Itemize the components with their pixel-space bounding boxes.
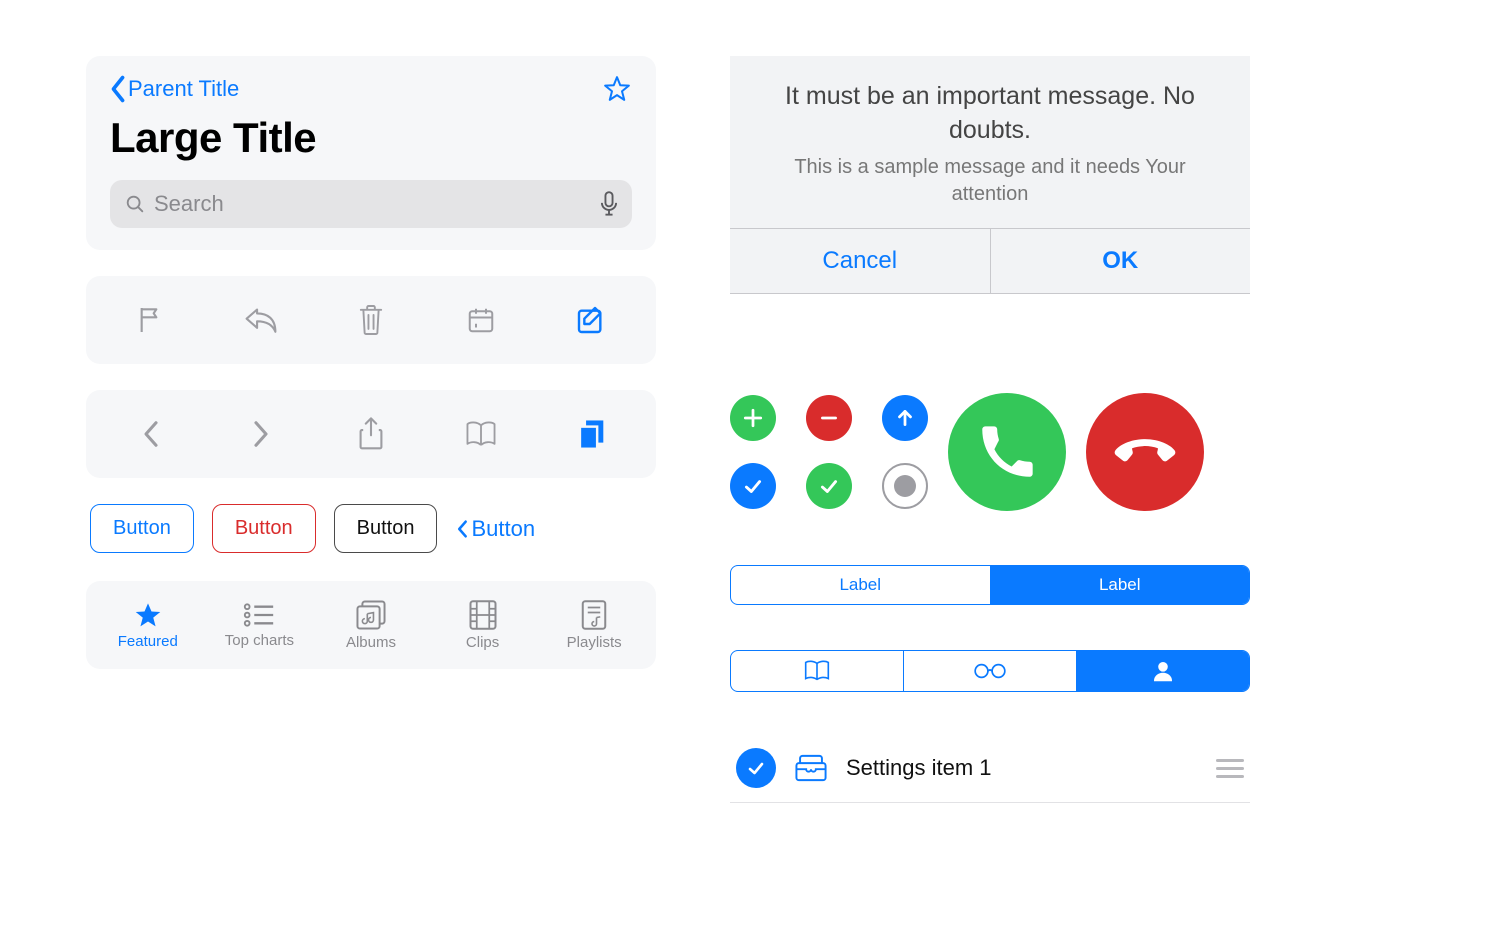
- search-icon: [124, 193, 146, 215]
- settings-list-item[interactable]: Settings item 1: [730, 734, 1250, 803]
- check-icon: [742, 475, 764, 497]
- reorder-handle-icon[interactable]: [1216, 759, 1244, 778]
- flag-icon[interactable]: [132, 301, 170, 339]
- glasses-icon: [972, 662, 1008, 680]
- dialog-cancel-button[interactable]: Cancel: [730, 229, 991, 293]
- toolbar-2: [86, 390, 656, 478]
- segment-1[interactable]: Label: [731, 566, 991, 604]
- nav-back-icon[interactable]: [132, 415, 170, 453]
- inbox-icon: [794, 753, 828, 783]
- compose-icon[interactable]: [572, 301, 610, 339]
- tab-bar: Featured Top charts Albums Clips Playlis…: [86, 581, 656, 669]
- segmented-icons: [730, 650, 1250, 692]
- chevron-left-icon: [110, 75, 126, 103]
- playlist-icon: [581, 600, 607, 630]
- nav-forward-icon[interactable]: [242, 415, 280, 453]
- upload-button[interactable]: [882, 395, 928, 441]
- copy-icon[interactable]: [572, 415, 610, 453]
- back-button[interactable]: Parent Title: [110, 75, 239, 103]
- reply-icon[interactable]: [242, 301, 280, 339]
- arrow-up-icon: [894, 407, 916, 429]
- tab-featured[interactable]: Featured: [100, 601, 196, 650]
- add-button[interactable]: [730, 395, 776, 441]
- seg-person[interactable]: [1077, 651, 1249, 691]
- circle-buttons-row: [730, 393, 1250, 511]
- albums-icon: [355, 600, 387, 630]
- dialog-message: This is a sample message and it needs Yo…: [758, 154, 1222, 208]
- check-icon: [746, 758, 766, 778]
- book-icon: [803, 660, 831, 682]
- alert-dialog: It must be an important message. No doub…: [730, 56, 1250, 294]
- checkmark-badge[interactable]: [736, 748, 776, 788]
- list-item-label: Settings item 1: [846, 755, 1198, 781]
- check-icon: [818, 475, 840, 497]
- plus-icon: [742, 407, 764, 429]
- button-red[interactable]: Button: [212, 504, 316, 553]
- seg-book[interactable]: [731, 651, 904, 691]
- phone-icon: [979, 424, 1035, 480]
- remove-button[interactable]: [806, 395, 852, 441]
- toolbar-1: [86, 276, 656, 364]
- check-blue-button[interactable]: [730, 463, 776, 509]
- radio-dot-icon: [894, 475, 916, 497]
- search-input[interactable]: Search: [110, 180, 632, 228]
- book-icon[interactable]: [462, 415, 500, 453]
- trash-icon[interactable]: [352, 301, 390, 339]
- check-green-button[interactable]: [806, 463, 852, 509]
- person-icon: [1151, 659, 1175, 683]
- segment-2[interactable]: Label: [991, 566, 1250, 604]
- call-accept-button[interactable]: [948, 393, 1066, 511]
- tab-top-charts[interactable]: Top charts: [211, 602, 307, 649]
- dialog-title: It must be an important message. No doub…: [758, 80, 1222, 148]
- seg-glasses[interactable]: [904, 651, 1077, 691]
- button-blue[interactable]: Button: [90, 504, 194, 553]
- button-row: Button Button Button Button: [86, 504, 656, 553]
- list-icon: [242, 602, 276, 628]
- minus-icon: [818, 407, 840, 429]
- star-icon[interactable]: [602, 74, 632, 104]
- chevron-left-icon: [455, 518, 469, 540]
- dialog-ok-button[interactable]: OK: [991, 229, 1251, 293]
- tab-playlists[interactable]: Playlists: [546, 600, 642, 651]
- tab-albums[interactable]: Albums: [323, 600, 419, 651]
- segmented-labels: Label Label: [730, 565, 1250, 605]
- header-card: Parent Title Large Title Search: [86, 56, 656, 250]
- tab-clips[interactable]: Clips: [435, 600, 531, 651]
- button-link[interactable]: Button: [455, 516, 535, 542]
- radio-button[interactable]: [882, 463, 928, 509]
- calendar-icon[interactable]: [462, 301, 500, 339]
- large-title: Large Title: [110, 114, 632, 162]
- film-icon: [469, 600, 497, 630]
- star-filled-icon: [133, 601, 163, 629]
- call-decline-button[interactable]: [1086, 393, 1204, 511]
- phone-down-icon: [1114, 421, 1176, 483]
- mic-icon[interactable]: [600, 191, 618, 217]
- search-placeholder: Search: [154, 191, 592, 217]
- share-icon[interactable]: [352, 415, 390, 453]
- button-gray[interactable]: Button: [334, 504, 438, 553]
- parent-title: Parent Title: [128, 76, 239, 102]
